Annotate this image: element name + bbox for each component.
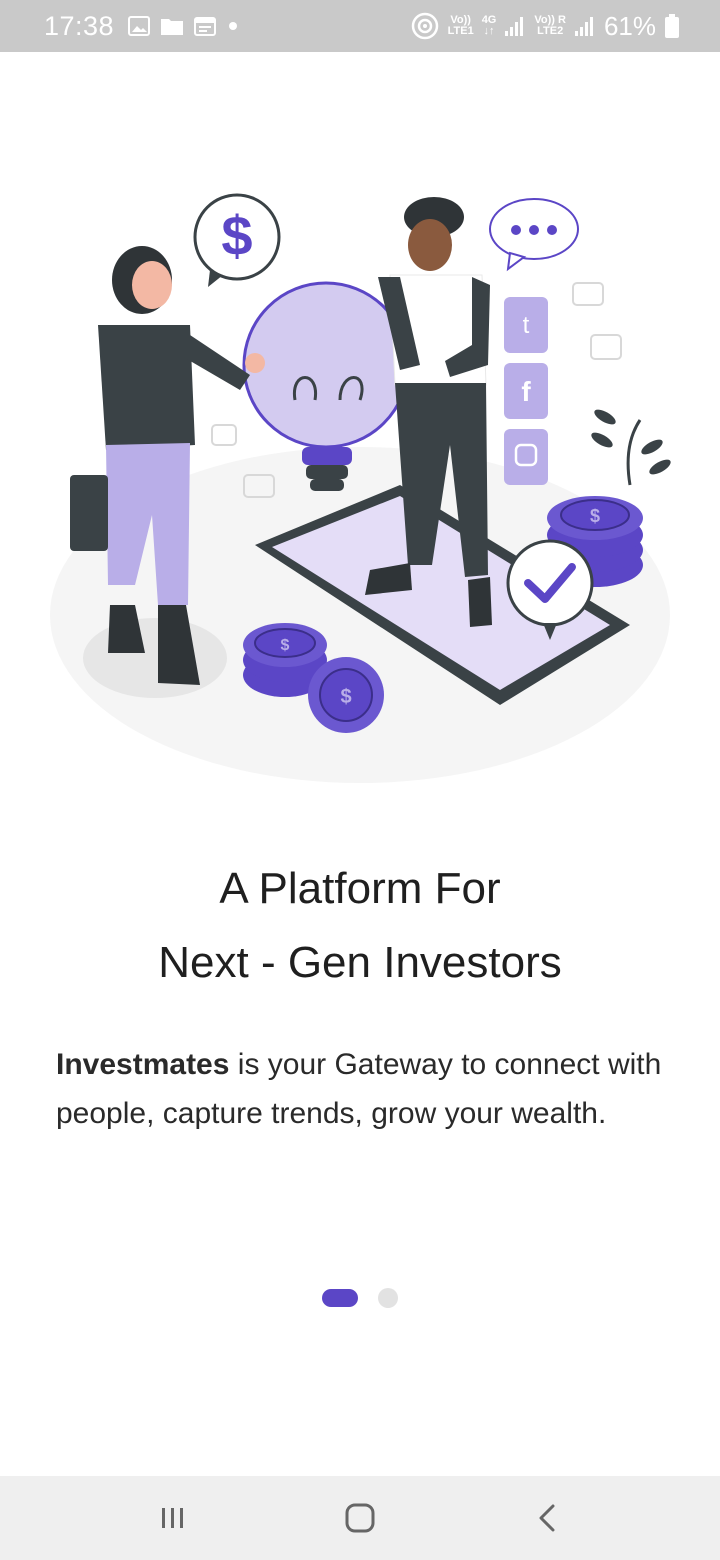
dot-icon: [229, 22, 238, 30]
title-line-1: A Platform For: [219, 864, 501, 913]
plant-illustration: [591, 409, 671, 486]
back-button[interactable]: [507, 1488, 587, 1548]
facebook-icon: f: [521, 376, 531, 407]
investors-illustration: $ t f $ $ $: [50, 193, 671, 783]
social-icons: t f: [504, 297, 548, 485]
status-bar: 17:38 Vo)) LTE1 4G ↓↑ Vo)) R LTE2 61%: [0, 0, 720, 52]
network-type: 4G ↓↑: [482, 15, 497, 37]
status-time: 17:38: [44, 10, 115, 41]
title-line-2: Next - Gen Investors: [158, 938, 562, 987]
hotspot-icon: [411, 12, 438, 40]
page-indicator: [0, 1288, 720, 1308]
dollar-bubble-icon: $: [193, 193, 281, 287]
status-right: Vo)) LTE1 4G ↓↑ Vo)) R LTE2 61%: [410, 11, 680, 42]
onboarding-title: A Platform For Next - Gen Investors: [0, 852, 720, 1000]
battery-percent: 61%: [603, 10, 656, 41]
woman-shadow: [83, 618, 227, 698]
back-icon: [539, 1504, 555, 1532]
calendar-icon: [194, 17, 217, 36]
onboarding-description: Investmates is your Gateway to connect w…: [56, 1040, 666, 1138]
svg-text:$: $: [590, 506, 600, 526]
recent-apps-icon: [162, 1508, 184, 1528]
svg-text:$: $: [221, 204, 252, 267]
sim1-bottom: LTE1: [447, 25, 474, 37]
sim2-label: Vo)) R LTE2: [534, 15, 566, 37]
sim2-bottom: LTE2: [537, 25, 564, 37]
chat-bubble-icon: [489, 198, 579, 272]
home-icon: [345, 1503, 375, 1533]
status-left-icons: [128, 16, 240, 36]
brand-name: Investmates: [56, 1048, 230, 1081]
page-dot[interactable]: [378, 1288, 398, 1308]
battery-icon: [665, 14, 679, 38]
folder-icon: [161, 19, 184, 35]
signal-icon: [505, 17, 524, 36]
image-icon: [128, 16, 151, 36]
svg-text:$: $: [340, 686, 351, 708]
system-nav-bar: [0, 1476, 720, 1560]
svg-text:$: $: [281, 637, 290, 654]
signal-icon: [574, 17, 593, 36]
data-arrows-icon: ↓↑: [483, 25, 495, 37]
home-button[interactable]: [320, 1488, 400, 1548]
page-dot-active[interactable]: [322, 1289, 358, 1307]
sim1-label: Vo)) LTE1: [448, 15, 474, 37]
twitter-icon: t: [523, 312, 530, 339]
recent-apps-button[interactable]: [133, 1488, 213, 1548]
